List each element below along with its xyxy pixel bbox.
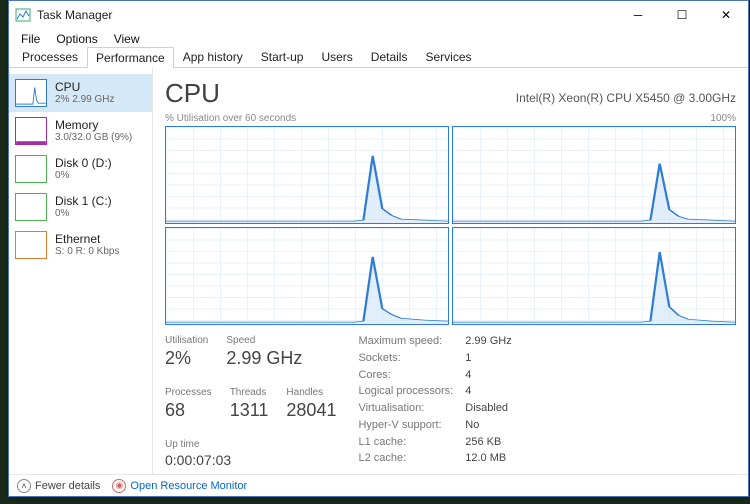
stat-label: Utilisation — [165, 335, 208, 346]
tab-services[interactable]: Services — [416, 46, 480, 67]
chart-caption-left: % Utilisation over 60 seconds — [165, 113, 296, 124]
sidebar-item-sub: 2% 2.99 GHz — [55, 94, 114, 106]
stat-label: Processes — [165, 387, 212, 398]
cpu-chart-1 — [452, 126, 736, 224]
sidebar-item-sub: S: 0 R: 0 Kbps — [55, 246, 119, 258]
sidebar-item-ethernet[interactable]: Ethernet S: 0 R: 0 Kbps — [9, 226, 152, 264]
stat-label: Handles — [286, 387, 336, 398]
sidebar-item-label: CPU — [55, 80, 114, 94]
tab-app-history[interactable]: App history — [174, 46, 252, 67]
info-key: Hyper-V support: — [358, 419, 453, 435]
cpu-thumb-icon — [15, 79, 47, 107]
info-val: 1 — [465, 352, 511, 368]
cpu-chart-2 — [165, 227, 449, 325]
tab-details[interactable]: Details — [362, 46, 417, 67]
info-val: Disabled — [465, 402, 511, 418]
info-key: Maximum speed: — [358, 335, 453, 351]
memory-thumb-icon — [15, 117, 47, 145]
window-controls: ─ ☐ ✕ — [616, 1, 748, 29]
sidebar-item-memory[interactable]: Memory 3.0/32.0 GB (9%) — [9, 112, 152, 150]
disk-thumb-icon — [15, 193, 47, 221]
app-icon — [15, 7, 31, 23]
cpu-chart-0 — [165, 126, 449, 224]
cpu-charts — [165, 126, 736, 325]
sidebar-item-cpu[interactable]: CPU 2% 2.99 GHz — [9, 74, 152, 112]
tab-startup[interactable]: Start-up — [252, 46, 313, 67]
titlebar[interactable]: Task Manager ─ ☐ ✕ — [9, 1, 748, 29]
info-val: 256 KB — [465, 436, 511, 452]
disk-thumb-icon — [15, 155, 47, 183]
info-key: L1 cache: — [358, 436, 453, 452]
tab-processes[interactable]: Processes — [13, 46, 87, 67]
monitor-icon: ◉ — [112, 479, 126, 493]
cpu-model-name: Intel(R) Xeon(R) CPU X5450 @ 3.00GHz — [516, 91, 736, 105]
main-panel: CPU Intel(R) Xeon(R) CPU X5450 @ 3.00GHz… — [153, 68, 748, 474]
info-val: 4 — [465, 369, 511, 385]
open-resource-monitor-label: Open Resource Monitor — [130, 480, 247, 492]
sidebar-item-label: Disk 0 (D:) — [55, 156, 112, 170]
content: CPU 2% 2.99 GHz Memory 3.0/32.0 GB (9%) … — [9, 68, 748, 474]
info-key: Sockets: — [358, 352, 453, 368]
cpu-chart-3 — [452, 227, 736, 325]
info-key: Cores: — [358, 369, 453, 385]
tab-performance[interactable]: Performance — [87, 47, 174, 68]
sidebar-item-sub: 3.0/32.0 GB (9%) — [55, 132, 132, 144]
stat-label: Speed — [226, 335, 302, 346]
stat-threads: 1311 — [230, 400, 269, 421]
stat-processes: 68 — [165, 400, 212, 421]
minimize-button[interactable]: ─ — [616, 1, 660, 29]
info-key: L2 cache: — [358, 452, 453, 468]
fewer-details-label: Fewer details — [35, 480, 100, 492]
sidebar-item-label: Disk 1 (C:) — [55, 194, 112, 208]
sidebar-item-disk0[interactable]: Disk 0 (D:) 0% — [9, 150, 152, 188]
sidebar-item-label: Ethernet — [55, 232, 119, 246]
stat-handles: 28041 — [286, 400, 336, 421]
menu-options[interactable]: Options — [48, 30, 105, 48]
info-val: 2.99 GHz — [465, 335, 511, 351]
chevron-up-icon: ˄ — [17, 479, 31, 493]
sidebar: CPU 2% 2.99 GHz Memory 3.0/32.0 GB (9%) … — [9, 68, 153, 474]
tabs: Processes Performance App history Start-… — [9, 48, 748, 68]
page-title: CPU — [165, 78, 220, 109]
task-manager-window: Task Manager ─ ☐ ✕ File Options View Pro… — [8, 0, 749, 497]
stat-label: Threads — [230, 387, 269, 398]
maximize-button[interactable]: ☐ — [660, 1, 704, 29]
statusbar: ˄ Fewer details ◉ Open Resource Monitor — [9, 474, 748, 496]
stat-uptime: 0:00:07:03 — [165, 452, 336, 468]
chart-caption-right: 100% — [710, 113, 736, 124]
fewer-details-button[interactable]: ˄ Fewer details — [17, 479, 100, 493]
info-val: 4 — [465, 385, 511, 401]
sidebar-item-label: Memory — [55, 118, 132, 132]
open-resource-monitor-link[interactable]: ◉ Open Resource Monitor — [112, 479, 247, 493]
sidebar-item-disk1[interactable]: Disk 1 (C:) 0% — [9, 188, 152, 226]
info-val: 12.0 MB — [465, 452, 511, 468]
menu-view[interactable]: View — [106, 30, 148, 48]
window-title: Task Manager — [37, 8, 616, 22]
sidebar-item-sub: 0% — [55, 170, 112, 182]
stats: Utilisation 2% Speed 2.99 GHz Processes … — [165, 325, 736, 468]
close-button[interactable]: ✕ — [704, 1, 748, 29]
ethernet-thumb-icon — [15, 231, 47, 259]
info-key: Logical processors: — [358, 385, 453, 401]
sidebar-item-sub: 0% — [55, 208, 112, 220]
stat-utilisation: 2% — [165, 348, 208, 369]
tab-users[interactable]: Users — [312, 46, 361, 67]
stat-label: Up time — [165, 439, 336, 450]
stat-speed: 2.99 GHz — [226, 348, 302, 369]
cpu-info: Maximum speed: 2.99 GHz Sockets: 1 Cores: 4… — [358, 335, 511, 468]
info-key: Virtualisation: — [358, 402, 453, 418]
menu-file[interactable]: File — [13, 30, 48, 48]
info-val: No — [465, 419, 511, 435]
